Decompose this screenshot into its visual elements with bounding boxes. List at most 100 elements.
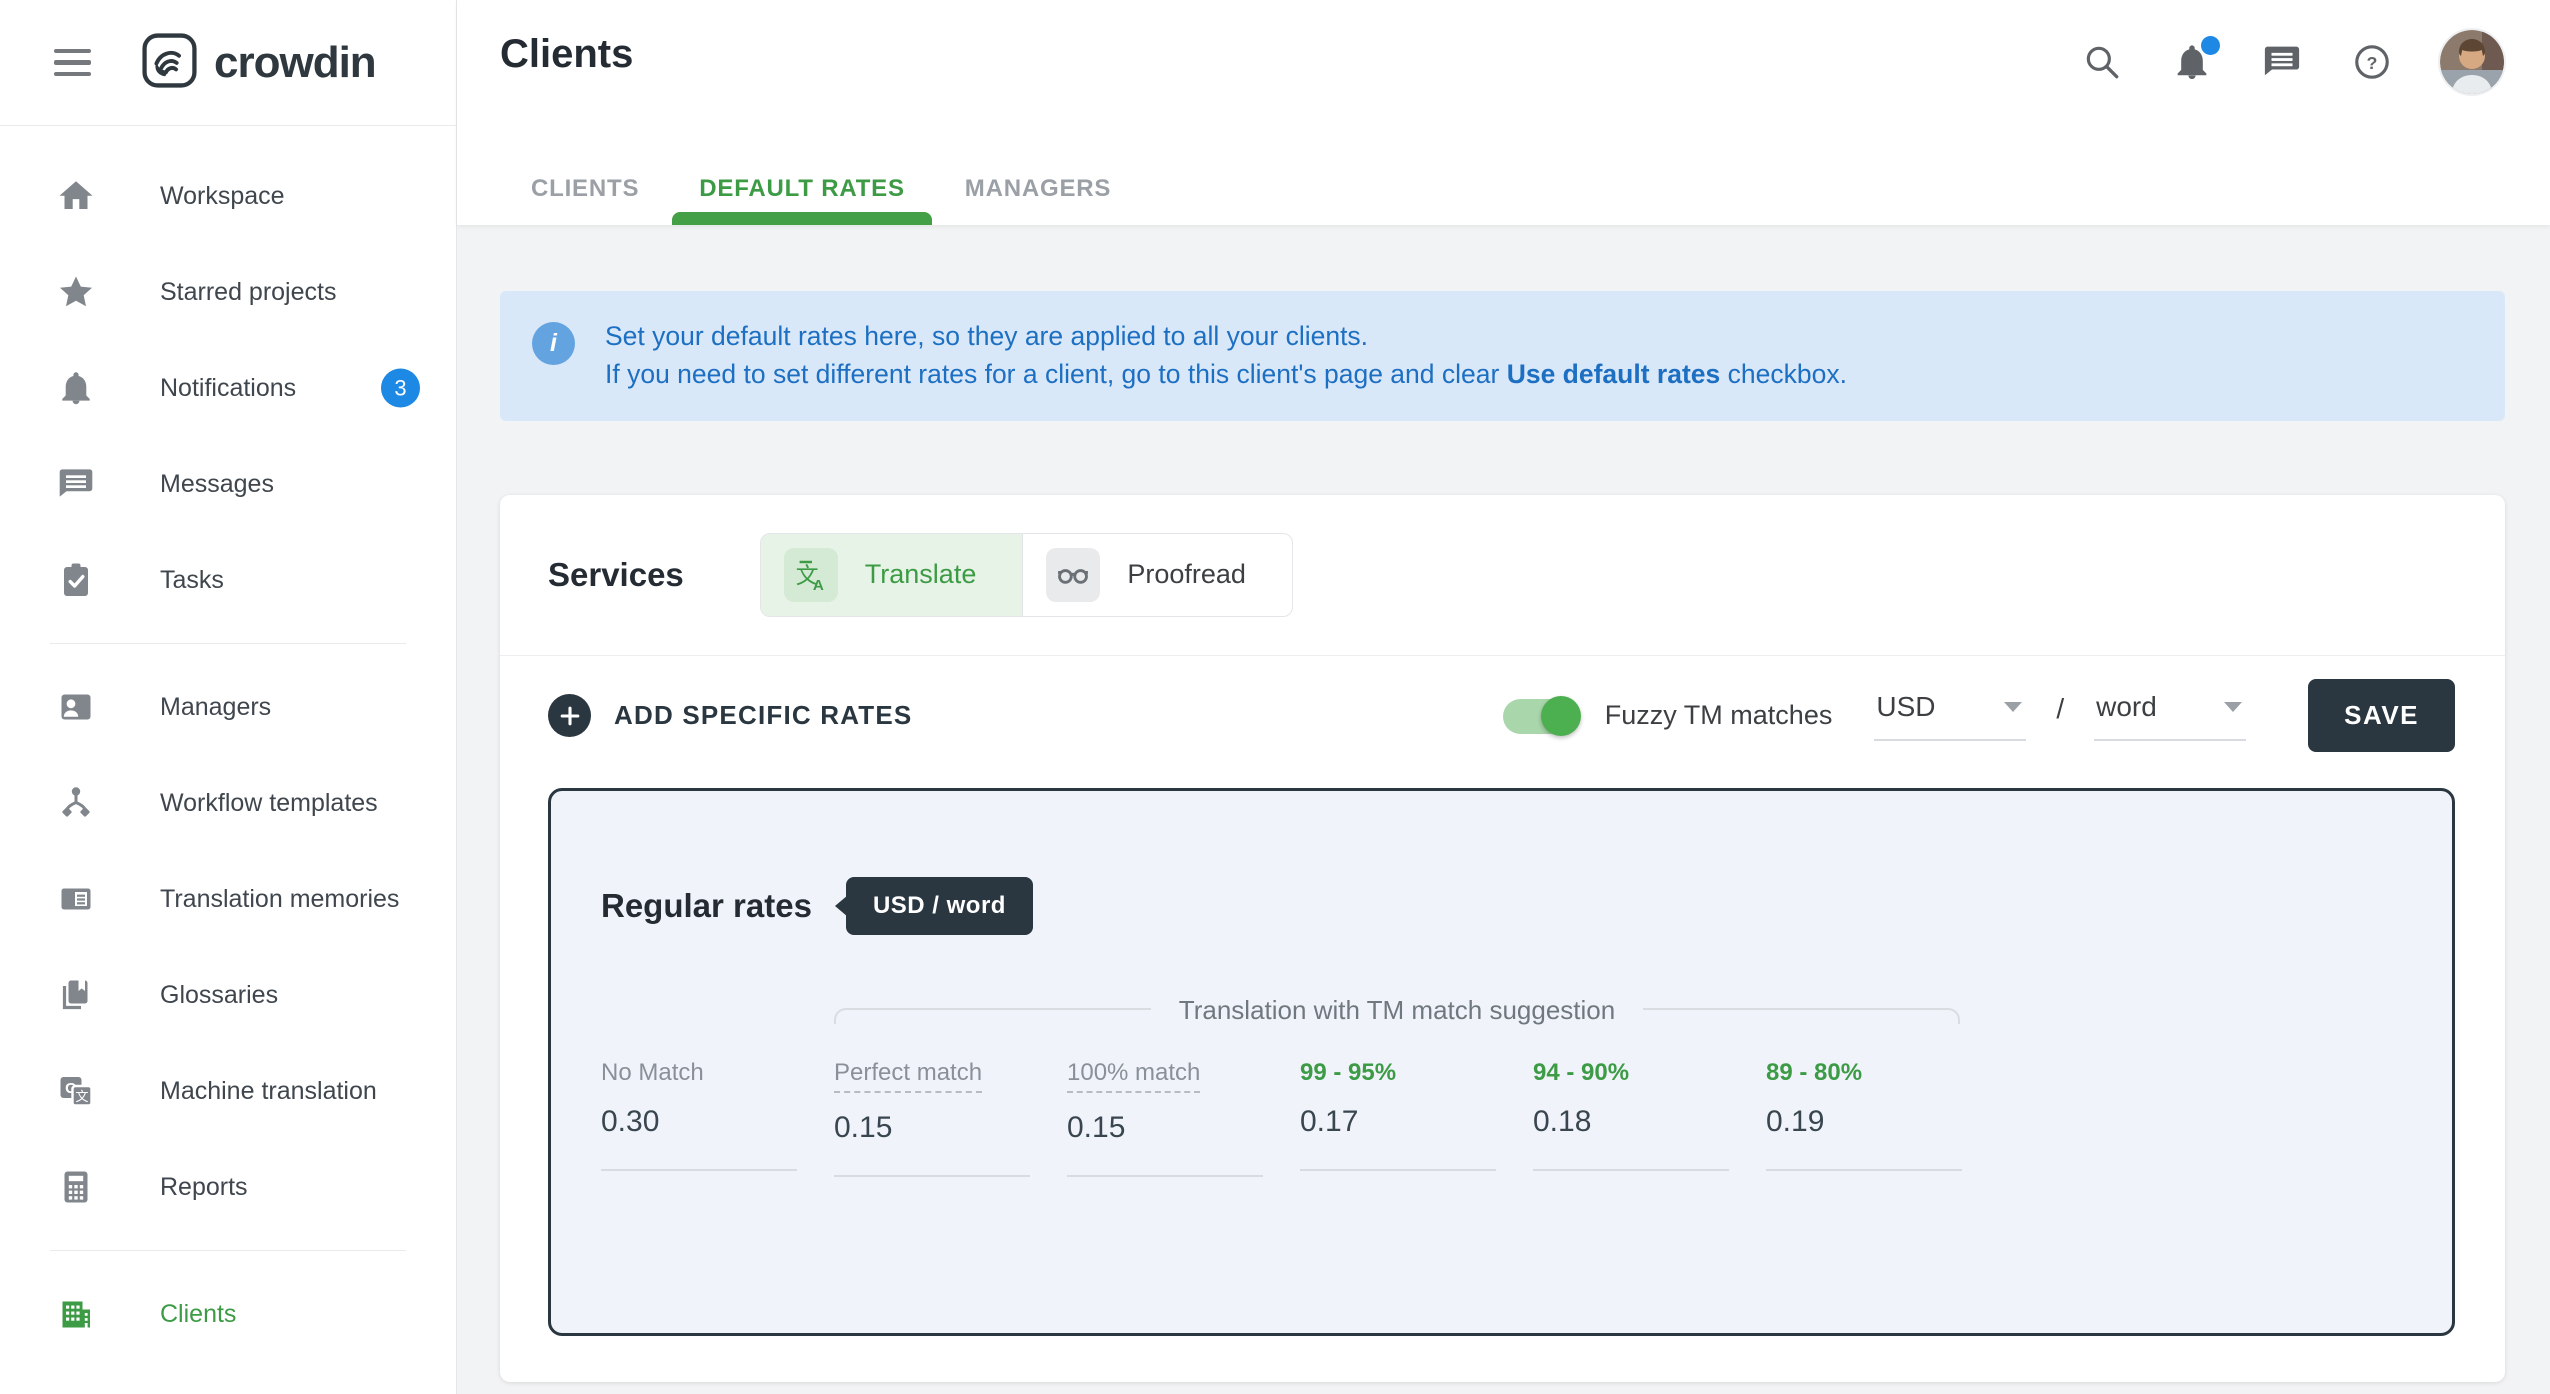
sidebar-nav: Workspace Starred projects Notifications… xyxy=(0,126,456,1362)
notifications-icon[interactable] xyxy=(2170,40,2214,84)
rate-label: Perfect match xyxy=(834,1059,982,1093)
logo-text: crowdin xyxy=(214,38,376,88)
sidebar-item-label: Machine translation xyxy=(160,1077,377,1106)
sidebar-divider xyxy=(50,643,406,644)
sidebar-item-tasks[interactable]: Tasks xyxy=(0,532,456,628)
rate-input-underline xyxy=(1067,1175,1263,1177)
tab-bar: CLIENTSDEFAULT RATESMANAGERS xyxy=(501,153,1141,225)
rate-input-underline xyxy=(1533,1169,1729,1171)
sidebar-item-label: Workflow templates xyxy=(160,789,378,818)
rate-label: No Match xyxy=(601,1059,704,1087)
sidebar-item-workflow-templates[interactable]: Workflow templates xyxy=(0,755,456,851)
rate-value-input[interactable]: 0.19 xyxy=(1766,1105,1999,1139)
search-icon[interactable] xyxy=(2080,40,2124,84)
home-icon xyxy=(55,175,97,217)
rate-value-input[interactable]: 0.17 xyxy=(1300,1105,1533,1139)
toolbar-right: Fuzzy TM matches USD / word SAVE xyxy=(1503,679,2455,752)
sidebar-item-label: Messages xyxy=(160,470,274,499)
person-icon xyxy=(55,686,97,728)
logo-row: crowdin xyxy=(0,0,456,126)
use-default-rates-emphasis: Use default rates xyxy=(1507,359,1721,389)
sidebar-item-machine-translation[interactable]: G文 Machine translation xyxy=(0,1043,456,1139)
services-row: Services 文A Translate Proofread xyxy=(500,495,2505,655)
sidebar-item-reports[interactable]: Reports xyxy=(0,1139,456,1235)
reports-icon xyxy=(55,1166,97,1208)
rate-column-100-match: 100% match 0.15 xyxy=(1067,1059,1300,1177)
content: i Set your default rates here, so they a… xyxy=(457,225,2550,1394)
unread-dot xyxy=(2201,36,2220,55)
rate-value-input[interactable]: 0.30 xyxy=(601,1105,834,1139)
workflow-icon xyxy=(55,782,97,824)
service-segment-proofread[interactable]: Proofread xyxy=(1022,534,1292,616)
rate-input-underline xyxy=(834,1175,1030,1177)
header: Clients ? CLIENTSDEFAULT RATESMANAGERS xyxy=(457,0,2550,225)
sidebar-item-clients[interactable]: Clients xyxy=(0,1266,456,1362)
rate-value-input[interactable]: 0.18 xyxy=(1533,1105,1766,1139)
currency-unit-badge: USD / word xyxy=(846,877,1033,935)
chevron-down-icon xyxy=(2224,702,2242,712)
rates-panel: Services 文A Translate Proofread ADD SPEC… xyxy=(500,495,2505,1382)
fuzzy-tm-label: Fuzzy TM matches xyxy=(1605,700,1833,731)
sidebar-item-label: Managers xyxy=(160,693,271,722)
rate-columns: No Match 0.30 Perfect match 0.15 100% ma… xyxy=(601,1059,2402,1177)
add-specific-rates-button[interactable]: ADD SPECIFIC RATES xyxy=(548,694,912,737)
bell-icon xyxy=(55,367,97,409)
avatar[interactable] xyxy=(2440,30,2504,94)
tm-match-bracket: Translation with TM match suggestion xyxy=(834,995,1996,1029)
rate-column-94-90: 94 - 90% 0.18 xyxy=(1533,1059,1766,1177)
sidebar-item-label: Glossaries xyxy=(160,981,278,1010)
messages-icon[interactable] xyxy=(2260,40,2304,84)
rate-input-underline xyxy=(601,1169,797,1171)
rate-column-no-match: No Match 0.30 xyxy=(601,1059,834,1177)
help-icon[interactable]: ? xyxy=(2350,40,2394,84)
sidebar-item-translation-memories[interactable]: Translation memories xyxy=(0,851,456,947)
star-icon xyxy=(55,271,97,313)
regular-rates-title: Regular rates xyxy=(601,887,812,925)
sidebar-item-label: Workspace xyxy=(160,182,285,211)
sidebar-item-glossaries[interactable]: Glossaries xyxy=(0,947,456,1043)
sidebar-item-starred-projects[interactable]: Starred projects xyxy=(0,244,456,340)
rate-label: 99 - 95% xyxy=(1300,1059,1396,1087)
rate-column-99-95: 99 - 95% 0.17 xyxy=(1300,1059,1533,1177)
regular-rates-card: Regular rates USD / word Translation wit… xyxy=(548,788,2455,1336)
rate-column-perfect-match: Perfect match 0.15 xyxy=(834,1059,1067,1177)
rate-value-input[interactable]: 0.15 xyxy=(1067,1111,1300,1145)
rate-label: 94 - 90% xyxy=(1533,1059,1629,1087)
sidebar-item-messages[interactable]: Messages xyxy=(0,436,456,532)
message-icon xyxy=(55,463,97,505)
tab-managers[interactable]: MANAGERS xyxy=(935,153,1141,225)
translate-icon: 文A xyxy=(784,548,838,602)
sidebar-item-label: Starred projects xyxy=(160,278,336,307)
tm-match-group-label: Translation with TM match suggestion xyxy=(1151,995,1643,1026)
unit-select[interactable]: word xyxy=(2094,691,2246,741)
info-banner: i Set your default rates here, so they a… xyxy=(500,291,2505,421)
currency-select[interactable]: USD xyxy=(1874,691,2026,741)
fuzzy-tm-toggle[interactable] xyxy=(1503,694,1577,738)
sidebar-item-workspace[interactable]: Workspace xyxy=(0,148,456,244)
rate-column-89-80: 89 - 80% 0.19 xyxy=(1766,1059,1999,1177)
main: Clients ? CLIENTSDEFAULT RATESMANAGERS i… xyxy=(457,0,2550,1394)
banner-text: Set your default rates here, so they are… xyxy=(605,318,1847,394)
tab-default-rates[interactable]: DEFAULT RATES xyxy=(669,153,935,225)
sidebar-item-label: Reports xyxy=(160,1173,248,1202)
notification-count-badge: 3 xyxy=(381,369,420,408)
sidebar-item-label: Clients xyxy=(160,1300,236,1329)
sidebar-item-managers[interactable]: Managers xyxy=(0,659,456,755)
glossary-icon xyxy=(55,974,97,1016)
crowdin-logo[interactable]: crowdin xyxy=(141,32,376,94)
rate-input-underline xyxy=(1300,1169,1496,1171)
save-button[interactable]: SAVE xyxy=(2308,679,2455,752)
tm-icon xyxy=(55,878,97,920)
service-segment-translate[interactable]: 文A Translate xyxy=(761,534,1023,616)
chevron-down-icon xyxy=(2004,702,2022,712)
sidebar-item-notifications[interactable]: Notifications3 xyxy=(0,340,456,436)
tasks-icon xyxy=(55,559,97,601)
menu-icon[interactable] xyxy=(52,43,93,83)
mt-icon: G文 xyxy=(55,1070,97,1112)
sidebar-item-label: Tasks xyxy=(160,566,224,595)
tab-clients[interactable]: CLIENTS xyxy=(501,153,669,225)
sidebar-item-label: Translation memories xyxy=(160,885,399,914)
services-heading: Services xyxy=(548,556,684,594)
rate-value-input[interactable]: 0.15 xyxy=(834,1111,1067,1145)
banner-line1: Set your default rates here, so they are… xyxy=(605,318,1847,356)
